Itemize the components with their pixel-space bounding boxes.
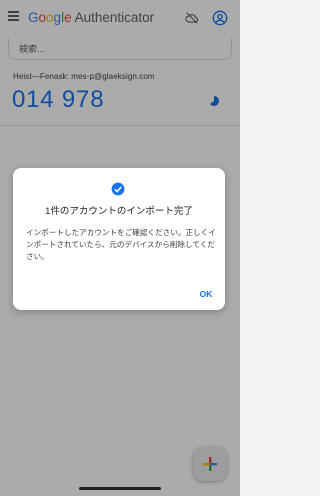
- import-complete-dialog: 1件のアカウントのインポート完了 インポートしたアカウントをご確認ください。正し…: [13, 168, 225, 310]
- ok-button[interactable]: OK: [193, 286, 219, 302]
- check-circle-icon: [111, 182, 125, 196]
- authenticator-screen: Google Authenticator Heist—Fenask: mes-p…: [0, 0, 240, 496]
- gesture-navigation-bar[interactable]: [79, 487, 161, 490]
- dialog-title: 1件のアカウントのインポート完了: [45, 206, 193, 217]
- dialog-message: インポートしたアカウントをご確認ください。正しくインポートされていたら、元のデバ…: [26, 228, 216, 261]
